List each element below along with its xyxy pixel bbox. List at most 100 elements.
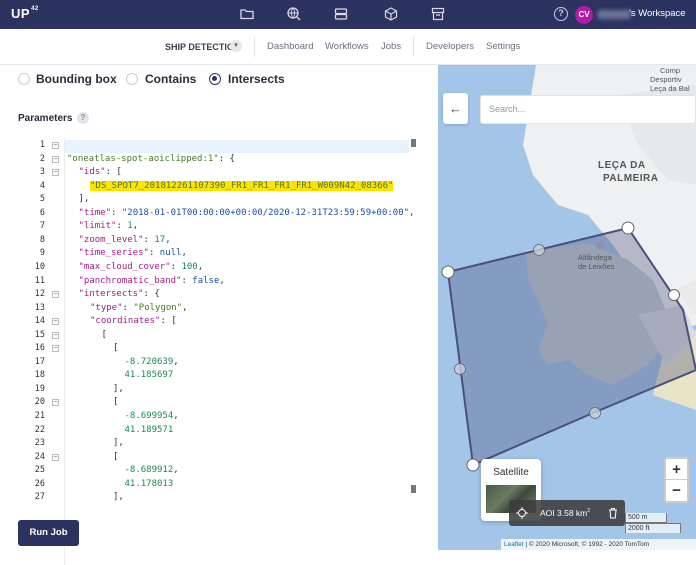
code-line[interactable]: 2− "oneatlas-spot-aoiclipped:1": { bbox=[28, 154, 420, 168]
code-line[interactable]: 27], bbox=[28, 492, 420, 506]
radio-intersects[interactable] bbox=[209, 73, 221, 85]
code-line[interactable]: 5], bbox=[28, 194, 420, 208]
map-search-input[interactable]: Search... bbox=[480, 95, 696, 124]
zoom-control: + − bbox=[664, 457, 689, 503]
line-number: 17 bbox=[34, 356, 45, 367]
code-text: ], bbox=[113, 438, 124, 449]
line-number: 26 bbox=[34, 478, 45, 489]
layer-label: Satellite bbox=[493, 467, 529, 478]
back-arrow-icon[interactable]: ← bbox=[443, 93, 468, 124]
code-line[interactable]: 20− [ bbox=[28, 397, 420, 411]
chevron-down-icon[interactable]: ▾ bbox=[230, 40, 242, 52]
map-canvas[interactable] bbox=[438, 65, 696, 550]
fold-toggle-icon[interactable]: − bbox=[52, 331, 59, 339]
code-line[interactable]: 14− "coordinates": [ bbox=[28, 316, 420, 330]
cube-icon[interactable] bbox=[383, 6, 399, 22]
code-line[interactable]: 16− [ bbox=[28, 343, 420, 357]
app-logo[interactable]: UP42 bbox=[11, 6, 39, 21]
json-code-editor[interactable]: 1−2− "oneatlas-spot-aoiclipped:1": {3− "id… bbox=[28, 137, 420, 565]
code-text: "max_cloud_cover": 100, bbox=[78, 261, 204, 272]
code-text: "panchromatic_band": false, bbox=[78, 275, 225, 286]
radio-label-contains[interactable]: Contains bbox=[145, 72, 196, 86]
help-icon[interactable]: ? bbox=[554, 7, 568, 21]
code-line[interactable]: 8 "zoom_level": 17, bbox=[28, 235, 420, 249]
code-line[interactable]: 25 -8.689912, bbox=[28, 465, 420, 479]
scale-bar-metric: 500 m bbox=[625, 513, 667, 523]
line-number: 24 bbox=[34, 451, 45, 462]
line-number: 3 bbox=[39, 167, 45, 178]
zoom-in-button[interactable]: + bbox=[666, 459, 687, 480]
scrollbar-top-arrow[interactable] bbox=[411, 139, 416, 147]
fold-toggle-icon[interactable]: − bbox=[52, 399, 59, 407]
radio-bounding-box[interactable] bbox=[18, 73, 30, 85]
divider bbox=[254, 37, 255, 57]
code-text: [ bbox=[113, 343, 119, 354]
zoom-out-button[interactable]: − bbox=[666, 480, 687, 501]
radio-label-intersects[interactable]: Intersects bbox=[228, 72, 285, 86]
map-label-palmeira: PALMEIRA bbox=[603, 173, 659, 184]
map-view[interactable]: ← Search... LEÇA DA PALMEIRA Alfândega d… bbox=[438, 65, 696, 550]
line-number: 5 bbox=[39, 194, 45, 205]
code-text: -8.720639, bbox=[124, 356, 179, 367]
run-job-button[interactable]: Run Job bbox=[18, 520, 79, 546]
code-line[interactable]: 23], bbox=[28, 438, 420, 452]
code-line[interactable]: 1− bbox=[28, 140, 420, 154]
leaflet-link[interactable]: Leaflet bbox=[504, 541, 524, 548]
code-text: "zoom_level": 17, bbox=[78, 234, 171, 245]
scrollbar-bottom-arrow[interactable] bbox=[411, 485, 416, 493]
code-line[interactable]: 17 -8.720639, bbox=[28, 357, 420, 371]
fold-toggle-icon[interactable]: − bbox=[52, 142, 59, 149]
code-line[interactable]: 12− "intersects": { bbox=[28, 289, 420, 303]
project-name[interactable]: SHIP DETECTIO bbox=[165, 42, 234, 52]
line-number: 21 bbox=[34, 411, 45, 421]
code-line[interactable]: 6 "time": "2018-01-01T00:00:00+00:00/2020… bbox=[28, 208, 420, 222]
crosshair-icon[interactable] bbox=[516, 507, 528, 519]
code-line[interactable]: 24− [ bbox=[28, 452, 420, 466]
aoi-info-bar: AOI 3.58 km2 bbox=[509, 500, 625, 526]
radio-label-bounding-box[interactable]: Bounding box bbox=[36, 72, 117, 86]
user-avatar[interactable]: CV bbox=[575, 6, 593, 24]
fold-toggle-icon[interactable]: − bbox=[52, 169, 59, 177]
code-line[interactable]: 11 "panchromatic_band": false, bbox=[28, 276, 420, 290]
line-number: 4 bbox=[39, 180, 45, 191]
code-line[interactable]: 26 41.178013 bbox=[28, 479, 420, 493]
fold-toggle-icon[interactable]: − bbox=[52, 291, 59, 299]
radio-contains[interactable] bbox=[126, 73, 138, 85]
code-text: 41.178013 bbox=[124, 478, 174, 489]
storage-icon[interactable] bbox=[333, 6, 349, 22]
fold-toggle-icon[interactable]: − bbox=[52, 318, 59, 326]
map-label-desportiv: Desportiv bbox=[650, 75, 682, 84]
nav-dashboard[interactable]: Dashboard bbox=[267, 41, 313, 52]
code-text: [ bbox=[101, 329, 107, 340]
fold-toggle-icon[interactable]: − bbox=[52, 155, 59, 163]
project-navbar: SHIP DETECTIO ▾ Dashboard Workflows Jobs… bbox=[0, 29, 696, 65]
nav-settings[interactable]: Settings bbox=[486, 41, 520, 52]
code-line[interactable]: 22 41.189571 bbox=[28, 425, 420, 439]
code-line[interactable]: 3− "ids": [ bbox=[28, 167, 420, 181]
archive-icon[interactable] bbox=[430, 6, 446, 22]
nav-developers[interactable]: Developers bbox=[426, 41, 474, 52]
fold-toggle-icon[interactable]: − bbox=[52, 453, 59, 461]
workspace-name[interactable]: 's Workspace bbox=[629, 8, 686, 19]
code-text: 41.185697 bbox=[124, 370, 174, 381]
help-icon[interactable]: ? bbox=[77, 112, 89, 124]
code-line[interactable]: 4 "DS_SPOT7_201812261107390_FR1_FR1_FR1_F… bbox=[28, 180, 420, 195]
trash-icon[interactable] bbox=[608, 507, 618, 519]
code-line[interactable]: 13 "type": "Polygon", bbox=[28, 303, 420, 317]
code-text: "type": "Polygon", bbox=[90, 302, 188, 313]
poi-label-leixoes: de Leixões bbox=[578, 262, 615, 271]
nav-jobs[interactable]: Jobs bbox=[381, 41, 401, 52]
nav-workflows[interactable]: Workflows bbox=[325, 41, 369, 52]
code-line[interactable]: 7 "limit": 1, bbox=[28, 221, 420, 235]
line-number: 9 bbox=[39, 248, 45, 259]
code-line[interactable]: 15− [ bbox=[28, 330, 420, 344]
code-line[interactable]: 19], bbox=[28, 384, 420, 398]
code-line[interactable]: 21 -8.699954, bbox=[28, 411, 420, 425]
fold-toggle-icon[interactable]: − bbox=[52, 345, 59, 353]
folder-icon[interactable] bbox=[239, 6, 255, 22]
globe-search-icon[interactable] bbox=[286, 6, 302, 22]
code-text: "DS_SPOT7_201812261107390_FR1_FR1_FR1_FR… bbox=[90, 180, 394, 191]
code-line[interactable]: 10 "max_cloud_cover": 100, bbox=[28, 262, 420, 276]
code-line[interactable]: 9 "time_series": null, bbox=[28, 248, 420, 262]
code-line[interactable]: 18 41.185697 bbox=[28, 370, 420, 384]
